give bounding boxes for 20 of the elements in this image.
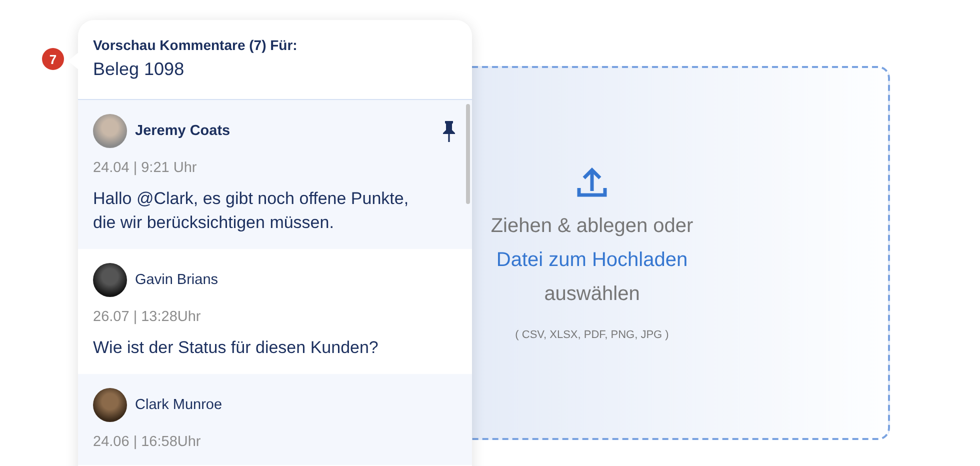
comment-date: 24.04 | 9:21 Uhr	[93, 160, 198, 177]
comment-text: Wie ist der Status für diesen Kunden?	[93, 337, 380, 359]
avatar	[93, 263, 127, 297]
avatar	[93, 388, 127, 422]
pin-icon[interactable]	[442, 120, 456, 142]
author-name: Clark Munroe	[135, 397, 224, 413]
upload-instructions: Ziehen & ablegen oder Datei zum Hochladen auswählen	[490, 214, 694, 307]
upload-link[interactable]: Datei zum Hochladen	[496, 249, 688, 271]
upload-icon	[575, 165, 609, 199]
document-name: Beleg 1098	[93, 59, 186, 80]
scrollbar-thumb[interactable]	[466, 104, 470, 204]
comment-text: Hallo @Clark, es gibt noch offene Punkte, die wir berücksichtigen müssen.	[93, 188, 410, 234]
file-formats: ( CSV, XLSX, PDF, PNG, JPG )	[515, 329, 669, 341]
author-name: Jeremy Coats	[135, 123, 232, 139]
author-name: Gavin Brians	[135, 272, 220, 288]
avatar	[93, 114, 127, 148]
popup-title: Vorschau Kommentare (7) Für:	[93, 37, 298, 53]
comment-date: 24.06 | 16:58Uhr	[93, 434, 202, 451]
count-badge: 7	[42, 48, 64, 70]
comment-date: 26.07 | 13:28Uhr	[93, 309, 202, 326]
